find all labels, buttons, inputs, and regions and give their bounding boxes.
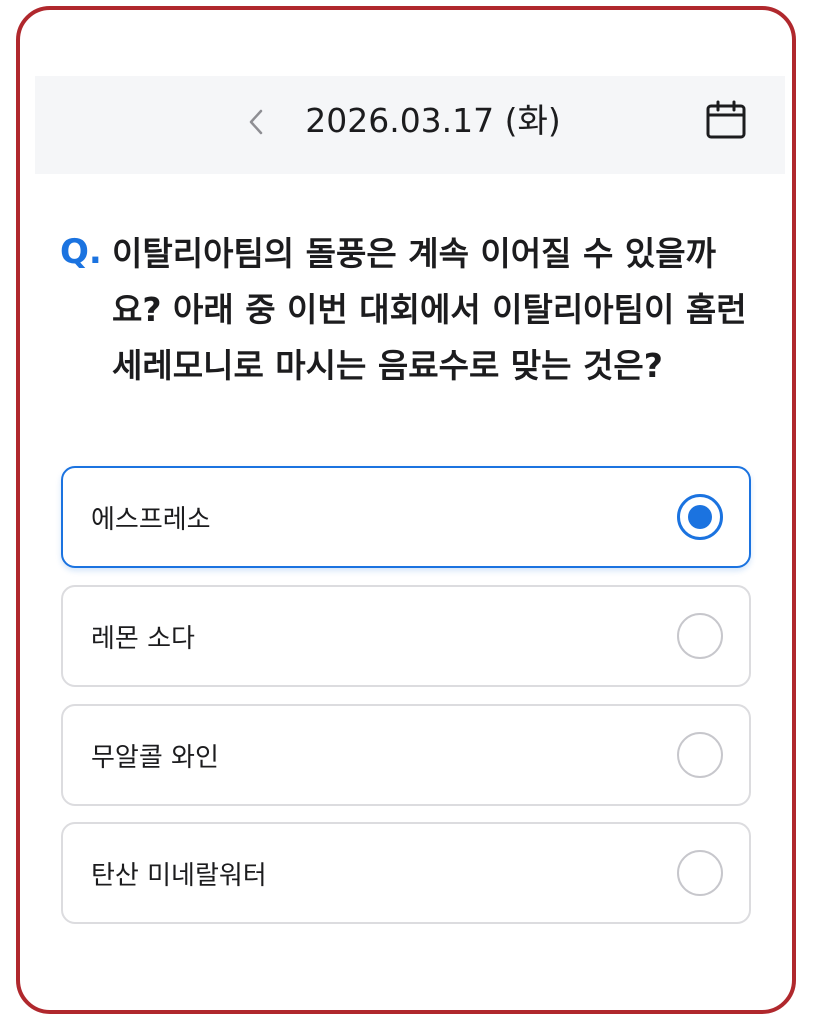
current-date: 2026.03.17 (화) <box>305 101 561 140</box>
calendar-button[interactable] <box>702 96 750 144</box>
answer-option-1[interactable]: 에스프레소 <box>61 466 751 568</box>
answer-option-label: 탄산 미네랄워터 <box>91 860 267 891</box>
answer-option-label: 무알콜 와인 <box>91 742 219 773</box>
calendar-icon <box>706 100 746 139</box>
answer-option-2[interactable]: 레몬 소다 <box>61 585 751 687</box>
radio-button[interactable] <box>677 494 723 540</box>
radio-button[interactable] <box>677 732 723 778</box>
answer-option-3[interactable]: 무알콜 와인 <box>61 704 751 806</box>
previous-date-button[interactable] <box>238 100 274 144</box>
question-mark-label: Q. <box>60 232 102 272</box>
answer-option-label: 에스프레소 <box>91 504 211 535</box>
radio-button[interactable] <box>677 850 723 896</box>
answer-option-4[interactable]: 탄산 미네랄워터 <box>61 822 751 924</box>
question-text: 이탈리아팀의 돌풍은 계속 이어질 수 있을까요? 아래 중 이번 대회에서 이… <box>112 234 747 385</box>
radio-button[interactable] <box>677 613 723 659</box>
answer-option-label: 레몬 소다 <box>91 623 195 654</box>
chevron-left-icon <box>249 109 263 135</box>
